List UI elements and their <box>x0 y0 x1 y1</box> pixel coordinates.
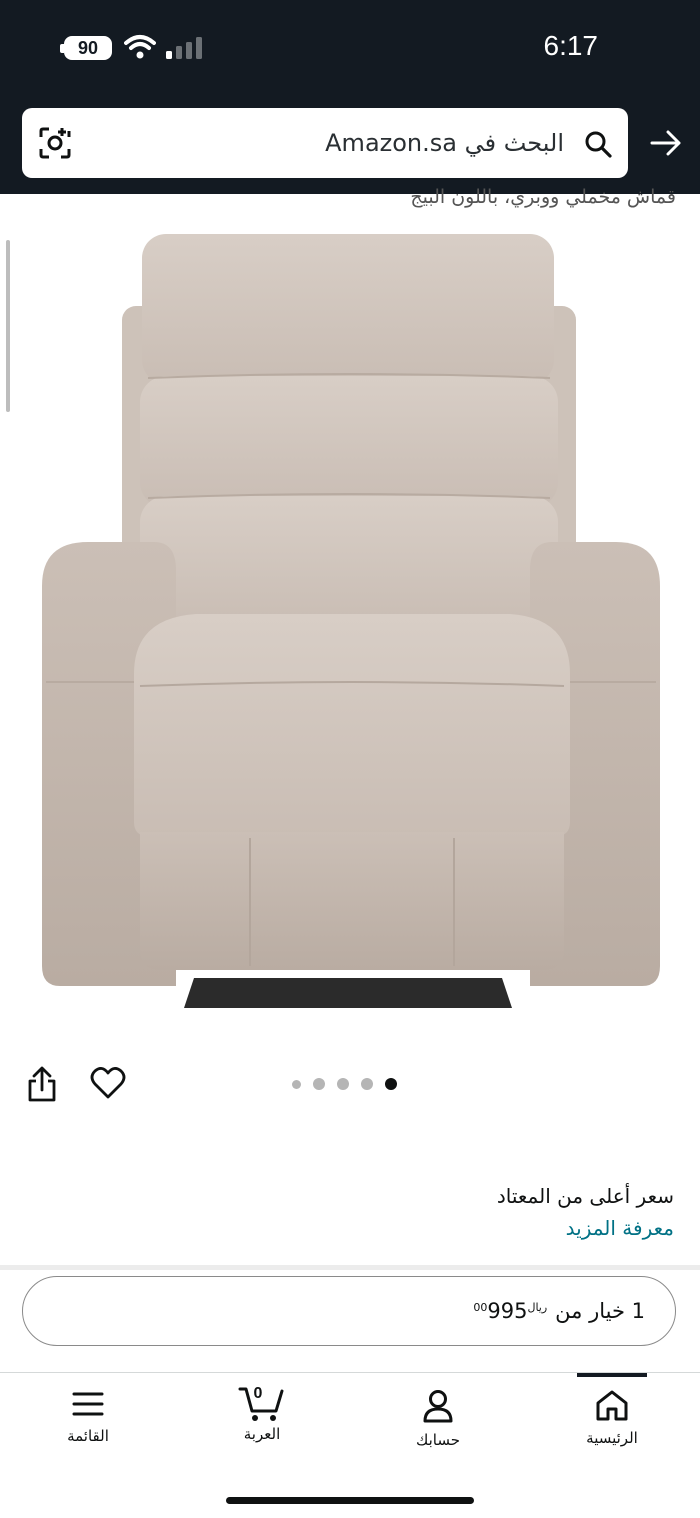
battery-indicator: 90 <box>64 36 112 60</box>
camera-scan-icon[interactable] <box>38 126 72 160</box>
image-carousel-dots[interactable] <box>292 1078 397 1090</box>
nav-label-cart: العربة <box>243 1425 281 1443</box>
nav-label-home: الرئيسية <box>586 1429 638 1447</box>
wifi-icon <box>124 35 156 59</box>
scroll-indicator <box>6 240 10 412</box>
account-icon <box>423 1390 453 1423</box>
carousel-dot[interactable] <box>337 1078 349 1090</box>
price-fraction: 00 <box>473 1301 488 1314</box>
carousel-dot[interactable] <box>292 1079 301 1089</box>
search-header: البحث في Amazon.sa <box>0 92 700 194</box>
back-arrow-icon[interactable] <box>650 130 682 156</box>
search-icon[interactable] <box>584 130 612 158</box>
status-bar: 90 6:17 <box>0 0 700 92</box>
cart-icon-wrap: 0 <box>238 1383 286 1423</box>
share-icon[interactable] <box>26 1066 58 1104</box>
home-icon <box>596 1390 628 1421</box>
search-placeholder: البحث في Amazon.sa <box>325 129 564 157</box>
learn-more-link[interactable]: معرفة المزيد <box>566 1216 674 1240</box>
nav-label-menu: القائمة <box>67 1427 109 1445</box>
carousel-dot[interactable] <box>313 1078 325 1090</box>
carousel-dot[interactable] <box>361 1078 373 1090</box>
signal-icon <box>166 37 202 59</box>
nav-item-menu[interactable]: القائمة <box>18 1373 158 1473</box>
menu-icon <box>72 1392 104 1416</box>
home-indicator[interactable] <box>226 1497 474 1504</box>
nav-item-account[interactable]: حسابك <box>368 1373 508 1473</box>
product-title: قماش مخملي ووبري، باللون البيج <box>410 186 676 208</box>
wishlist-heart-icon[interactable] <box>90 1066 126 1100</box>
section-divider <box>0 1265 700 1270</box>
buying-options-text: 1 خيار من ريال 995 00 <box>473 1299 645 1323</box>
clock: 6:17 <box>543 30 599 61</box>
search-input[interactable]: البحث في Amazon.sa <box>22 108 628 178</box>
price-amount: 995 <box>487 1299 528 1323</box>
options-label: 1 خيار من <box>555 1299 645 1323</box>
nav-item-home[interactable]: الرئيسية <box>542 1373 682 1473</box>
price-note: سعر أعلى من المعتاد <box>496 1184 674 1208</box>
price-currency: ريال <box>527 1301 548 1314</box>
buying-options-button[interactable]: 1 خيار من ريال 995 00 <box>22 1276 676 1346</box>
cart-count-badge: 0 <box>253 1385 263 1402</box>
carousel-dot[interactable] <box>385 1078 397 1090</box>
nav-item-cart[interactable]: 0 العربة <box>192 1373 332 1473</box>
nav-label-account: حسابك <box>415 1431 461 1449</box>
product-image[interactable] <box>36 226 666 1016</box>
